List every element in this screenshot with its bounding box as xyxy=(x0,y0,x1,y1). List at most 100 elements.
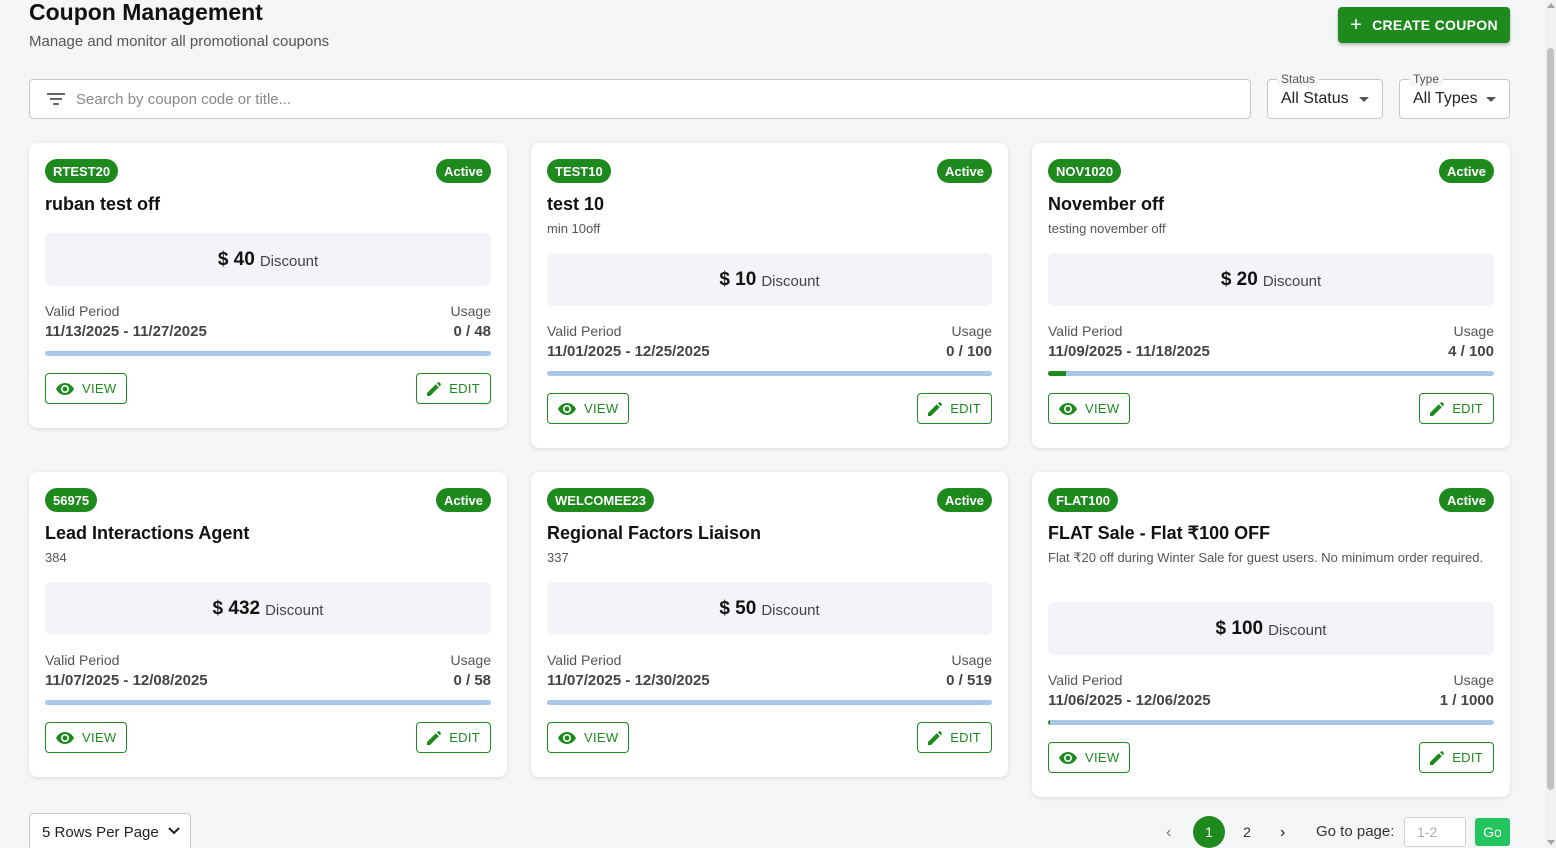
page-header: Coupon Management Manage and monitor all… xyxy=(29,0,329,50)
eye-icon xyxy=(56,382,74,395)
usage-value: 1 / 1000 xyxy=(1439,692,1494,709)
search-field[interactable] xyxy=(29,79,1251,119)
status-badge: Active xyxy=(1438,159,1494,183)
view-label: VIEW xyxy=(1085,401,1120,416)
goto-page-input[interactable]: 1-2 xyxy=(1404,817,1466,847)
page-button-2[interactable]: 2 xyxy=(1231,816,1263,848)
type-select-label: Type xyxy=(1409,72,1444,86)
caret-down-icon xyxy=(1359,97,1369,102)
valid-period-label: Valid Period xyxy=(1048,323,1123,339)
valid-period-value: 11/09/2025 - 11/18/2025 xyxy=(1048,343,1210,360)
coupon-description: 337 xyxy=(547,550,569,565)
edit-button[interactable]: EDIT xyxy=(416,722,491,753)
valid-period-value: 11/06/2025 - 12/06/2025 xyxy=(1048,692,1211,709)
caret-down-icon xyxy=(1486,97,1496,102)
rows-per-page-value: 5 Rows Per Page xyxy=(42,823,159,841)
coupon-meta: Valid Period 11/07/2025 - 12/08/2025 Usa… xyxy=(45,652,491,692)
view-button[interactable]: VIEW xyxy=(547,393,630,424)
view-button[interactable]: VIEW xyxy=(1048,742,1131,773)
goto-page-label: Go to page: xyxy=(1316,823,1395,840)
scroll-up-icon[interactable] xyxy=(1547,3,1555,8)
usage-progress-bar xyxy=(547,371,992,376)
valid-period-value: 11/07/2025 - 12/08/2025 xyxy=(45,672,208,689)
coupon-code-chip: TEST10 xyxy=(547,159,611,183)
coupon-code-chip: FLAT100 xyxy=(1048,488,1118,512)
pencil-icon xyxy=(427,730,442,745)
usage-progress-fill xyxy=(1048,371,1066,376)
status-badge: Active xyxy=(435,159,491,183)
coupon-meta: Valid Period 11/09/2025 - 11/18/2025 Usa… xyxy=(1048,323,1494,363)
scroll-down-icon[interactable] xyxy=(1547,840,1555,845)
view-button[interactable]: VIEW xyxy=(1048,393,1131,424)
status-select-value: All Status xyxy=(1281,90,1349,107)
search-input[interactable] xyxy=(76,90,1176,108)
create-coupon-button[interactable]: + CREATE COUPON xyxy=(1338,7,1510,43)
page-title: Coupon Management xyxy=(29,0,263,25)
discount-box: $ 432 Discount xyxy=(45,582,491,635)
rows-per-page-select[interactable]: 5 Rows Per Page xyxy=(29,813,191,848)
page-scrollbar[interactable] xyxy=(1545,0,1556,848)
usage-value: 0 / 58 xyxy=(453,672,491,689)
usage-value: 0 / 100 xyxy=(946,343,992,360)
next-page-icon[interactable]: › xyxy=(1280,824,1285,842)
usage-progress-fill xyxy=(1048,720,1051,725)
coupon-card: NOV1020 Active November off testing nove… xyxy=(1032,143,1510,448)
edit-button[interactable]: EDIT xyxy=(917,393,992,424)
coupon-title: FLAT Sale - Flat ₹100 OFF xyxy=(1048,523,1271,543)
edit-button[interactable]: EDIT xyxy=(1419,742,1494,773)
plus-icon: + xyxy=(1350,14,1363,36)
eye-icon xyxy=(1059,402,1077,415)
view-label: VIEW xyxy=(584,730,619,745)
page-button-1[interactable]: 1 xyxy=(1193,816,1225,848)
view-label: VIEW xyxy=(1085,750,1120,765)
coupon-card: TEST10 Active test 10 min 10off $ 10 Dis… xyxy=(531,143,1008,448)
go-button[interactable]: Go xyxy=(1475,818,1510,846)
prev-page-icon[interactable]: ‹ xyxy=(1166,824,1171,842)
coupon-title: test 10 xyxy=(547,194,605,214)
coupon-description: min 10off xyxy=(547,221,601,236)
discount-label: Discount xyxy=(1262,272,1322,290)
view-button[interactable]: VIEW xyxy=(45,722,128,753)
view-button[interactable]: VIEW xyxy=(45,373,128,404)
edit-button[interactable]: EDIT xyxy=(917,722,992,753)
edit-label: EDIT xyxy=(1452,750,1483,765)
coupon-meta: Valid Period 11/13/2025 - 11/27/2025 Usa… xyxy=(45,303,491,343)
status-select[interactable]: Status All Status xyxy=(1267,72,1383,119)
usage-label: Usage xyxy=(1453,323,1494,339)
view-label: VIEW xyxy=(584,401,619,416)
pencil-icon xyxy=(1430,750,1445,765)
coupon-code-chip: WELCOMEE23 xyxy=(547,488,655,512)
pencil-icon xyxy=(928,401,943,416)
view-button[interactable]: VIEW xyxy=(547,722,630,753)
coupon-title: ruban test off xyxy=(45,194,160,214)
edit-label: EDIT xyxy=(950,730,981,745)
eye-icon xyxy=(56,731,74,744)
coupon-code-chip: 56975 xyxy=(45,488,98,512)
coupon-card: 56975 Active Lead Interactions Agent 384… xyxy=(29,472,507,777)
coupon-meta: Valid Period 11/01/2025 - 12/25/2025 Usa… xyxy=(547,323,992,363)
discount-box: $ 50 Discount xyxy=(547,582,992,635)
usage-label: Usage xyxy=(951,652,992,668)
usage-progress-bar xyxy=(1048,371,1494,376)
valid-period-label: Valid Period xyxy=(547,323,622,339)
discount-amount: $ 100 xyxy=(1215,617,1264,639)
chevron-down-icon xyxy=(168,827,180,835)
discount-label: Discount xyxy=(761,272,820,290)
edit-button[interactable]: EDIT xyxy=(416,373,491,404)
valid-period-value: 11/01/2025 - 12/25/2025 xyxy=(547,343,710,360)
pencil-icon xyxy=(427,381,442,396)
view-label: VIEW xyxy=(82,381,117,396)
usage-value: 0 / 519 xyxy=(946,672,992,689)
create-coupon-label: CREATE COUPON xyxy=(1372,17,1498,33)
valid-period-label: Valid Period xyxy=(547,652,622,668)
eye-icon xyxy=(558,731,576,744)
discount-amount: $ 10 xyxy=(719,268,757,290)
usage-progress-bar xyxy=(45,700,491,705)
scrollbar-thumb[interactable] xyxy=(1547,48,1554,790)
view-label: VIEW xyxy=(82,730,117,745)
edit-button[interactable]: EDIT xyxy=(1419,393,1494,424)
coupon-code-chip: NOV1020 xyxy=(1048,159,1122,183)
usage-label: Usage xyxy=(1453,672,1494,688)
coupon-meta: Valid Period 11/06/2025 - 12/06/2025 Usa… xyxy=(1048,672,1494,712)
type-select[interactable]: Type All Types xyxy=(1399,72,1510,119)
